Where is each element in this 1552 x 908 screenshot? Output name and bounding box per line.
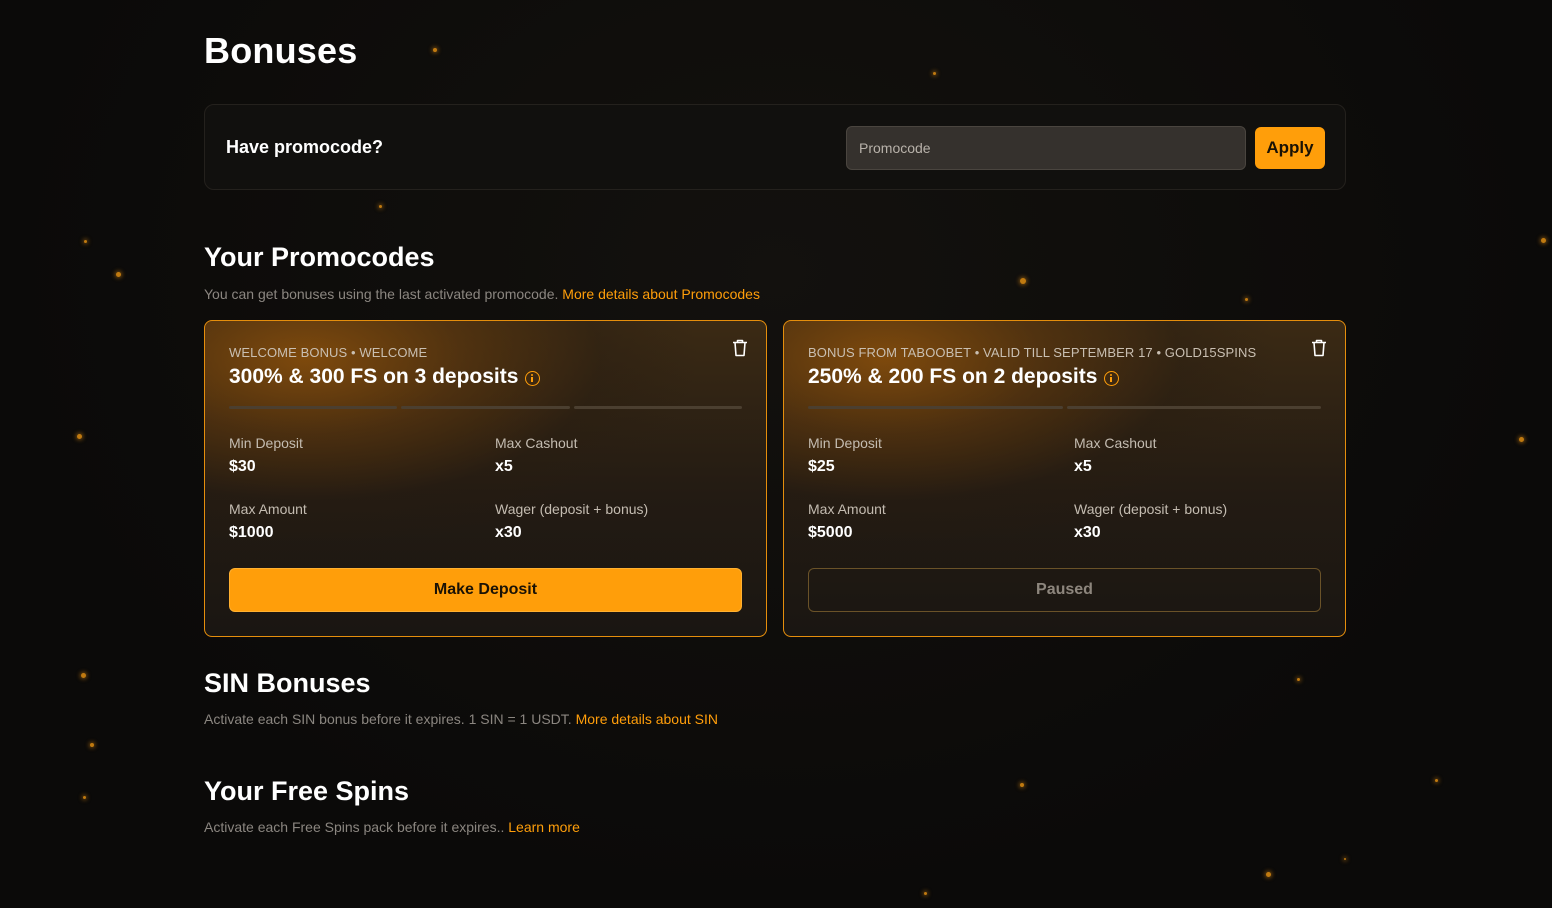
max-amount-label: Max Amount [808, 501, 886, 517]
ember-particle [77, 434, 82, 439]
free-spins-learn-more-link[interactable]: Learn more [508, 819, 580, 835]
wager-value: x30 [1074, 524, 1101, 541]
promocode-card-subtitle: BONUS FROM TABOOBET • VALID TILL SEPTEMB… [808, 345, 1257, 360]
progress-segment [808, 406, 1063, 409]
ember-particle [433, 48, 437, 52]
info-icon[interactable] [1104, 370, 1120, 386]
page-title: Bonuses [204, 30, 358, 71]
your-promocodes-title: Your Promocodes [204, 242, 435, 272]
max-cashout-label: Max Cashout [495, 435, 578, 451]
min-deposit-value: $30 [229, 458, 256, 475]
ember-particle [924, 892, 927, 895]
progress-segment [229, 406, 398, 409]
max-cashout-value: x5 [1074, 458, 1092, 475]
progress-segment [573, 406, 742, 409]
ember-particle [1541, 238, 1546, 243]
free-spins-title: Your Free Spins [204, 776, 410, 806]
apply-button[interactable]: Apply [1255, 127, 1325, 169]
promocode-input[interactable] [846, 126, 1246, 170]
sin-details-link[interactable]: More details about SIN [576, 711, 718, 727]
promocode-card-subtitle: WELCOME BONUS • WELCOME [229, 345, 428, 360]
your-promocodes-description-text: You can get bonuses using the last activ… [204, 286, 559, 302]
free-spins-description: Activate each Free Spins pack before it … [204, 819, 580, 835]
ember-particle [379, 205, 382, 208]
ember-particle [1020, 278, 1026, 284]
ember-particle [1245, 298, 1248, 301]
promocode-entry-panel: Have promocode? Apply [204, 104, 1346, 190]
promocode-label: Have promocode? [226, 137, 384, 157]
promocode-card: WELCOME BONUS • WELCOME 300% & 300 FS on… [204, 320, 767, 637]
paused-button: Paused [808, 568, 1321, 612]
ember-particle [84, 240, 87, 243]
info-icon[interactable] [525, 370, 541, 386]
ember-particle [81, 673, 86, 678]
ember-particle [933, 72, 936, 75]
promocode-card-title-text: 300% & 300 FS on 3 deposits [229, 365, 519, 388]
min-deposit-value: $25 [808, 458, 835, 475]
min-deposit-label: Min Deposit [229, 435, 303, 451]
ember-particle [1344, 858, 1346, 860]
promocode-card-title: 300% & 300 FS on 3 deposits [229, 365, 541, 389]
sin-bonuses-title: SIN Bonuses [204, 668, 371, 698]
sin-bonuses-description-text: Activate each SIN bonus before it expire… [204, 711, 572, 727]
max-cashout-value: x5 [495, 458, 513, 475]
promocode-card-title: 250% & 200 FS on 2 deposits [808, 365, 1120, 389]
ember-particle [116, 272, 121, 277]
deposit-progress-bar [229, 406, 742, 409]
max-amount-value: $1000 [229, 524, 274, 541]
make-deposit-button[interactable]: Make Deposit [229, 568, 742, 612]
max-amount-value: $5000 [808, 524, 853, 541]
progress-segment [1066, 406, 1321, 409]
trash-icon[interactable] [1311, 339, 1327, 357]
ember-particle [90, 743, 94, 747]
max-cashout-label: Max Cashout [1074, 435, 1157, 451]
ember-particle [83, 796, 86, 799]
wager-value: x30 [495, 524, 522, 541]
min-deposit-label: Min Deposit [808, 435, 882, 451]
promocode-card-title-text: 250% & 200 FS on 2 deposits [808, 365, 1098, 388]
promocodes-details-link[interactable]: More details about Promocodes [562, 286, 760, 302]
ember-particle [1435, 779, 1438, 782]
sin-bonuses-description: Activate each SIN bonus before it expire… [204, 711, 718, 727]
wager-label: Wager (deposit + bonus) [495, 501, 649, 517]
max-amount-label: Max Amount [229, 501, 307, 517]
ember-particle [1266, 872, 1271, 877]
wager-label: Wager (deposit + bonus) [1074, 501, 1228, 517]
trash-icon[interactable] [732, 339, 748, 357]
progress-segment [401, 406, 570, 409]
deposit-progress-bar [808, 406, 1321, 409]
ember-particle [1519, 437, 1524, 442]
ember-particle [1020, 783, 1024, 787]
ember-particle [1297, 678, 1300, 681]
bonuses-page: Bonuses Have promocode? Apply Your Promo… [0, 0, 1552, 908]
your-promocodes-description: You can get bonuses using the last activ… [204, 286, 760, 302]
free-spins-description-text: Activate each Free Spins pack before it … [204, 819, 505, 835]
promocode-card: BONUS FROM TABOOBET • VALID TILL SEPTEMB… [783, 320, 1346, 637]
